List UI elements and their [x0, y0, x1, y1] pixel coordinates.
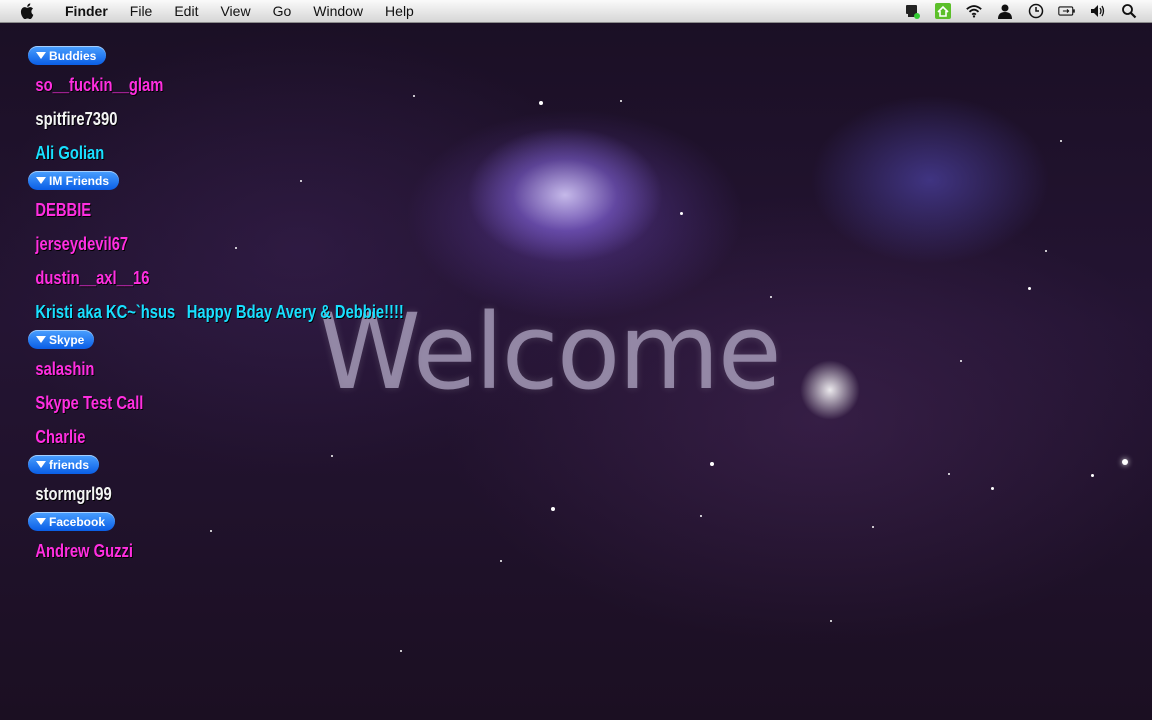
desktop: Welcome Finder File Edit View Go Window … — [0, 0, 1152, 720]
star — [1060, 140, 1062, 142]
buddy-group-im-friends: IM Friends DEBBIE jerseydevil67 dustin__… — [28, 171, 448, 332]
star — [991, 487, 994, 490]
clock-icon[interactable] — [1027, 2, 1045, 20]
star — [700, 515, 702, 517]
buddy-item[interactable]: Charlie — [28, 423, 372, 457]
star — [539, 101, 543, 105]
menu-window[interactable]: Window — [302, 0, 374, 22]
buddy-status-message: Happy Bday Avery & Debbie!!!! — [186, 302, 404, 322]
star — [710, 462, 714, 466]
menu-view[interactable]: View — [209, 0, 261, 22]
group-header-buddies[interactable]: Buddies — [28, 46, 107, 65]
buddy-item[interactable]: dustin__axl__16 — [28, 264, 372, 298]
group-header-im-friends[interactable]: IM Friends — [28, 171, 120, 190]
buddy-item[interactable]: salashin — [28, 355, 372, 389]
buddy-group-skype: Skype salashin Skype Test Call Charlie — [28, 330, 448, 457]
group-header-skype[interactable]: Skype — [28, 330, 95, 349]
star — [1122, 459, 1128, 465]
star — [1091, 474, 1094, 477]
star — [948, 473, 950, 475]
buddy-list: Buddies so__fuckin__glam spitfire7390 Al… — [28, 46, 448, 571]
disclosure-triangle-icon — [36, 336, 46, 343]
home-icon[interactable] — [934, 2, 952, 20]
volume-icon[interactable] — [1089, 2, 1107, 20]
buddy-item[interactable]: Skype Test Call — [28, 389, 372, 423]
spotlight-icon[interactable] — [1120, 2, 1138, 20]
buddy-item[interactable]: Kristi aka KC~`hsus Happy Bday Avery & De… — [28, 298, 403, 332]
star — [1028, 287, 1031, 290]
buddy-item[interactable]: jerseydevil67 — [28, 230, 372, 264]
star-glow — [800, 360, 860, 420]
buddy-item[interactable]: Andrew Guzzi — [28, 537, 372, 571]
buddy-name: Kristi aka KC~`hsus — [35, 302, 176, 322]
star — [872, 526, 874, 528]
group-header-facebook[interactable]: Facebook — [28, 512, 116, 531]
disclosure-triangle-icon — [36, 177, 46, 184]
growl-icon[interactable] — [903, 2, 921, 20]
menu-file[interactable]: File — [119, 0, 164, 22]
buddy-group-buddies: Buddies so__fuckin__glam spitfire7390 Al… — [28, 46, 448, 173]
apple-menu-icon[interactable] — [20, 3, 34, 19]
star — [1045, 250, 1047, 252]
user-icon[interactable] — [996, 2, 1014, 20]
disclosure-triangle-icon — [36, 461, 46, 468]
buddy-item[interactable]: so__fuckin__glam — [28, 71, 372, 105]
star — [500, 560, 502, 562]
menu-finder[interactable]: Finder — [54, 0, 119, 22]
wifi-icon[interactable] — [965, 2, 983, 20]
disclosure-triangle-icon — [36, 52, 46, 59]
menu-edit[interactable]: Edit — [163, 0, 209, 22]
star — [680, 212, 683, 215]
menu-bar: Finder File Edit View Go Window Help — [0, 0, 1152, 23]
buddy-item[interactable]: stormgrl99 — [28, 480, 372, 514]
buddy-group-friends: friends stormgrl99 — [28, 455, 448, 514]
menu-help[interactable]: Help — [374, 0, 425, 22]
star — [830, 620, 832, 622]
menu-go[interactable]: Go — [262, 0, 303, 22]
status-menus — [903, 0, 1138, 22]
buddy-item[interactable]: Ali Golian — [28, 139, 372, 173]
star — [400, 650, 402, 652]
battery-icon[interactable] — [1058, 2, 1076, 20]
buddy-item[interactable]: spitfire7390 — [28, 105, 372, 139]
buddy-item[interactable]: DEBBIE — [28, 196, 372, 230]
star — [960, 360, 962, 362]
star — [551, 507, 555, 511]
star — [620, 100, 622, 102]
disclosure-triangle-icon — [36, 518, 46, 525]
buddy-group-facebook: Facebook Andrew Guzzi — [28, 512, 448, 571]
group-header-friends[interactable]: friends — [28, 455, 100, 474]
